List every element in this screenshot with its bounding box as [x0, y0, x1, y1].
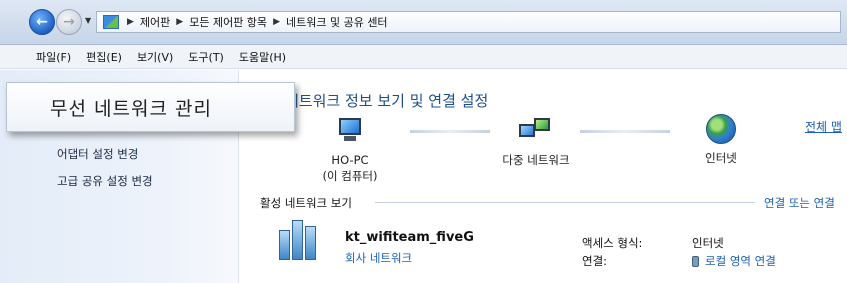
multi-network-icon: [519, 118, 553, 144]
menu-edit[interactable]: 편집(E): [86, 49, 122, 65]
network-bench-icon: [279, 220, 319, 260]
chevron-right-icon[interactable]: ▶: [176, 17, 183, 27]
connection-line: [580, 130, 670, 133]
active-networks-title: 활성 네트워크 보기: [260, 196, 352, 210]
network-type-link[interactable]: 회사 네트워크: [345, 250, 412, 266]
back-arrow-icon[interactable]: ←: [29, 9, 55, 35]
forward-arrow-icon[interactable]: →: [56, 9, 82, 35]
computer-icon: [335, 118, 365, 144]
connection-link[interactable]: 로컬 영역 연결: [692, 253, 776, 269]
section-divider: [375, 202, 755, 203]
connect-or-disconnect-link[interactable]: 연결 또는 연결: [764, 195, 835, 211]
menu-bar: 파일(F) 편집(E) 보기(V) 도구(T) 도움말(H): [0, 45, 847, 69]
adapter-settings-link[interactable]: 어댑터 설정 변경: [57, 146, 138, 162]
breadcrumb-all-items[interactable]: 모든 제어판 항목: [189, 14, 267, 30]
chevron-right-icon[interactable]: ▶: [273, 17, 280, 27]
breadcrumb-network-center[interactable]: 네트워크 및 공유 센터: [286, 14, 388, 30]
full-map-link[interactable]: 전체 맵: [805, 118, 842, 135]
menu-file[interactable]: 파일(F): [36, 49, 71, 65]
connection-value: 로컬 영역 연결: [705, 254, 776, 268]
breadcrumb[interactable]: ▶ 제어판 ▶ 모든 제어판 항목 ▶ 네트워크 및 공유 센터: [96, 11, 841, 33]
page-title: 네트워크 정보 보기 및 연결 설정: [285, 92, 489, 110]
control-panel-icon: [103, 15, 119, 29]
map-node-this-pc[interactable]: HO-PC (이 컴퓨터): [315, 118, 385, 184]
advanced-sharing-link[interactable]: 고급 공유 설정 변경: [57, 173, 153, 189]
access-type-label: 액세스 형식:: [582, 236, 643, 250]
pc-subtitle: (이 컴퓨터): [322, 169, 378, 183]
connection-label: 연결:: [582, 254, 608, 268]
connection-line: [410, 130, 490, 133]
access-type-value: 인터넷: [692, 236, 724, 250]
tooltip-manage-wireless: 무선 네트워크 관리: [6, 82, 295, 132]
chevron-right-icon[interactable]: ▶: [127, 17, 134, 27]
pc-name: HO-PC: [331, 153, 369, 167]
tooltip-text: 무선 네트워크 관리: [50, 97, 212, 120]
menu-tools[interactable]: 도구(T): [188, 49, 224, 65]
menu-view[interactable]: 보기(V): [137, 49, 173, 65]
map-node-multi-network[interactable]: 다중 네트워크: [486, 118, 586, 168]
map-node-internet[interactable]: 인터넷: [681, 114, 761, 166]
lan-connection-icon: [692, 255, 699, 267]
internet-label: 인터넷: [705, 151, 737, 165]
history-dropdown-icon[interactable]: ▼: [85, 16, 91, 25]
network-name: kt_wifiteam_fiveG: [345, 230, 474, 245]
multi-network-label: 다중 네트워크: [502, 153, 570, 167]
globe-icon: [706, 114, 736, 144]
breadcrumb-control-panel[interactable]: 제어판: [140, 14, 170, 30]
menu-help[interactable]: 도움말(H): [239, 49, 286, 65]
address-bar: ← → ▼ ▶ 제어판 ▶ 모든 제어판 항목 ▶ 네트워크 및 공유 센터: [0, 0, 847, 45]
